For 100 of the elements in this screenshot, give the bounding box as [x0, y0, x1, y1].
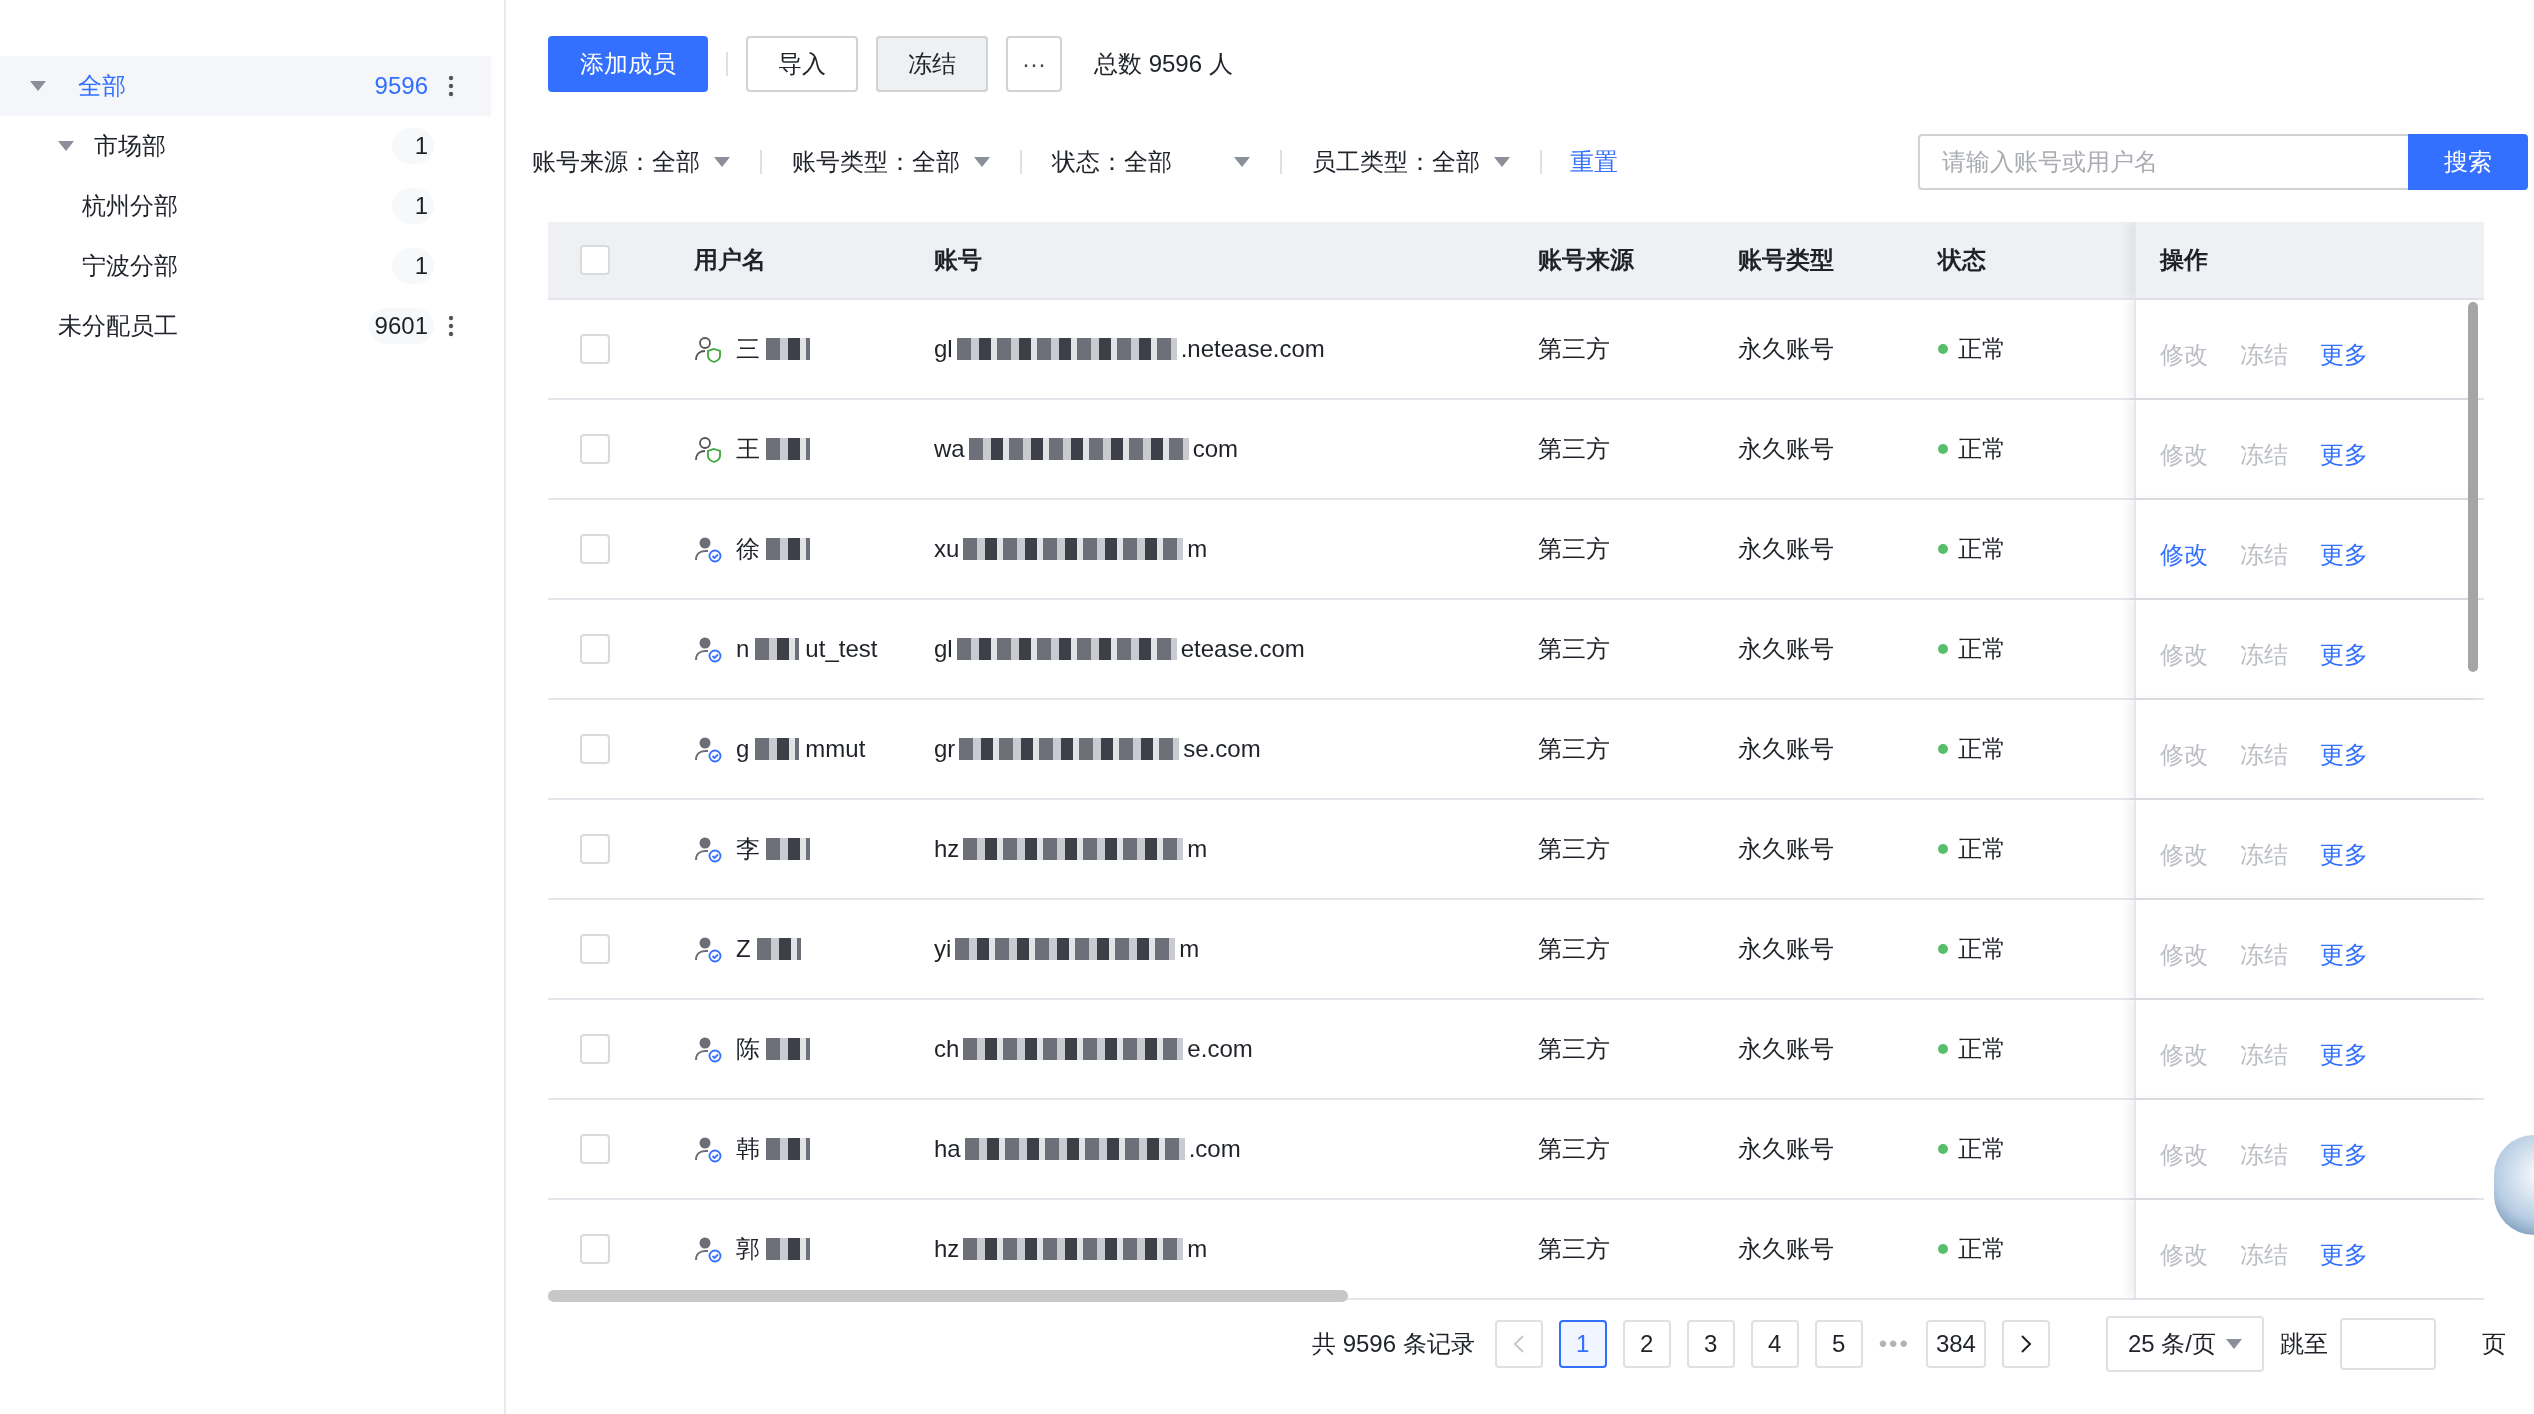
vertical-scrollbar[interactable]	[2468, 302, 2478, 672]
status-dot	[1938, 944, 1948, 954]
account-text: gl	[934, 335, 953, 363]
filter-dropdown[interactable]: 员工类型：全部	[1312, 146, 1510, 178]
page-button[interactable]: 4	[1750, 1320, 1799, 1368]
member-count: 1	[392, 188, 434, 224]
tree-item-label: 未分配员工	[58, 311, 179, 341]
table-cell-text: 永久账号	[1738, 534, 1834, 564]
action-link[interactable]: 更多	[2320, 839, 2368, 871]
horizontal-scrollbar[interactable]	[548, 1290, 1348, 1302]
column-header: 账号	[934, 245, 982, 275]
action-link[interactable]: 更多	[2320, 639, 2368, 671]
action-link[interactable]: 更多	[2320, 1239, 2368, 1271]
select-all-checkbox[interactable]	[580, 245, 610, 275]
table-cell-text: 第三方	[1538, 934, 1610, 964]
page-button[interactable]: 384	[1925, 1320, 1986, 1368]
status-text: 正常	[1958, 634, 2006, 664]
tree-item[interactable]: 全部 9596	[0, 56, 491, 116]
caret-icon[interactable]	[714, 157, 730, 167]
status-text: 正常	[1958, 1134, 2006, 1164]
account-text: m	[1179, 935, 1200, 963]
action-link[interactable]: 更多	[2320, 739, 2368, 771]
user-shield-icon	[694, 335, 722, 363]
page-size-dropdown[interactable]: 25 条/页	[2105, 1316, 2264, 1372]
next-page-button[interactable]	[2001, 1320, 2050, 1368]
row-checkbox[interactable]	[580, 334, 610, 364]
action-link[interactable]: 更多	[2320, 339, 2368, 371]
redaction-block	[766, 1038, 810, 1060]
action-link[interactable]: 更多	[2320, 439, 2368, 471]
account-text: etease.com	[1180, 635, 1305, 663]
table-cell-text: 永久账号	[1738, 1034, 1834, 1064]
row-checkbox[interactable]	[580, 634, 610, 664]
table-cell-text: 永久账号	[1738, 734, 1834, 764]
status-dot	[1938, 744, 1948, 754]
page-button[interactable]: 5	[1814, 1320, 1863, 1368]
add-member-button[interactable]: 添加成员	[548, 36, 708, 92]
more-button[interactable]: ···	[1006, 36, 1062, 92]
row-checkbox[interactable]	[580, 934, 610, 964]
filter-dropdown[interactable]: 状态：全部	[1052, 146, 1250, 178]
caret-icon[interactable]	[974, 157, 990, 167]
caret-icon[interactable]	[1494, 157, 1510, 167]
member-count: 1	[392, 128, 434, 164]
chevron-right-icon	[2019, 1334, 2032, 1354]
search-button[interactable]: 搜索	[2408, 134, 2528, 190]
table-cell-text: 第三方	[1538, 1234, 1610, 1264]
action-link[interactable]: 更多	[2320, 1039, 2368, 1071]
page-button[interactable]: 1	[1558, 1320, 1607, 1368]
filter-dropdown[interactable]: 账号来源：全部	[532, 146, 730, 178]
table-cell-text: 第三方	[1538, 734, 1610, 764]
import-button[interactable]: 导入	[746, 36, 858, 92]
username-text: n	[736, 635, 750, 663]
row-checkbox[interactable]	[580, 1234, 610, 1264]
row-checkbox[interactable]	[580, 734, 610, 764]
tree-item[interactable]: 市场部 1	[0, 116, 504, 176]
user-check-icon	[694, 635, 722, 663]
username-text: 韩	[736, 1134, 760, 1164]
redaction-block	[766, 838, 810, 860]
status-text: 正常	[1958, 834, 2006, 864]
action-link[interactable]: 更多	[2320, 939, 2368, 971]
page-button[interactable]: 2	[1622, 1320, 1671, 1368]
page-button[interactable]: 3	[1686, 1320, 1735, 1368]
status-dot	[1938, 644, 1948, 654]
page-number-field[interactable]	[2340, 1318, 2436, 1370]
more-vertical-icon[interactable]	[448, 315, 454, 337]
action-link[interactable]: 更多	[2320, 539, 2368, 571]
user-check-icon	[694, 735, 722, 763]
status-text: 正常	[1958, 334, 2006, 364]
user-shield-icon	[694, 435, 722, 463]
freeze-button[interactable]: 冻结	[876, 36, 988, 92]
user-check-icon	[694, 1235, 722, 1263]
account-text: ch	[934, 1035, 960, 1063]
table-cell-text: 第三方	[1538, 434, 1610, 464]
row-checkbox[interactable]	[580, 1134, 610, 1164]
action-link[interactable]: 更多	[2320, 1139, 2368, 1171]
tree-item[interactable]: 杭州分部 1	[0, 176, 504, 236]
table-cell-text: 第三方	[1538, 334, 1610, 364]
more-vertical-icon[interactable]	[448, 75, 454, 97]
status-text: 正常	[1958, 534, 2006, 564]
caret-icon[interactable]	[1234, 157, 1250, 167]
action-link[interactable]: 修改	[2160, 539, 2208, 571]
row-checkbox[interactable]	[580, 834, 610, 864]
search-field[interactable]: 请输入账号或用户名	[1918, 134, 2408, 190]
column-header: 用户名	[694, 245, 766, 275]
filter-dropdown[interactable]: 账号类型：全部	[792, 146, 990, 178]
row-checkbox[interactable]	[580, 434, 610, 464]
tree-item-label: 宁波分部	[82, 251, 179, 281]
status-text: 正常	[1958, 1034, 2006, 1064]
table-cell-text: 永久账号	[1738, 334, 1834, 364]
tree-item[interactable]: 未分配员工 9601	[0, 296, 504, 356]
caret-icon[interactable]	[58, 141, 74, 151]
redaction-block	[766, 338, 810, 360]
row-checkbox[interactable]	[580, 1034, 610, 1064]
username-text: mmut	[805, 735, 866, 763]
caret-icon[interactable]	[30, 81, 46, 91]
tree-item-label: 全部	[78, 71, 127, 101]
caret-icon[interactable]	[2226, 1339, 2242, 1349]
reset-link[interactable]: 重置	[1570, 146, 1618, 178]
tree-item[interactable]: 宁波分部 1	[0, 236, 504, 296]
row-checkbox[interactable]	[580, 534, 610, 564]
column-header: 账号类型	[1738, 245, 1834, 275]
